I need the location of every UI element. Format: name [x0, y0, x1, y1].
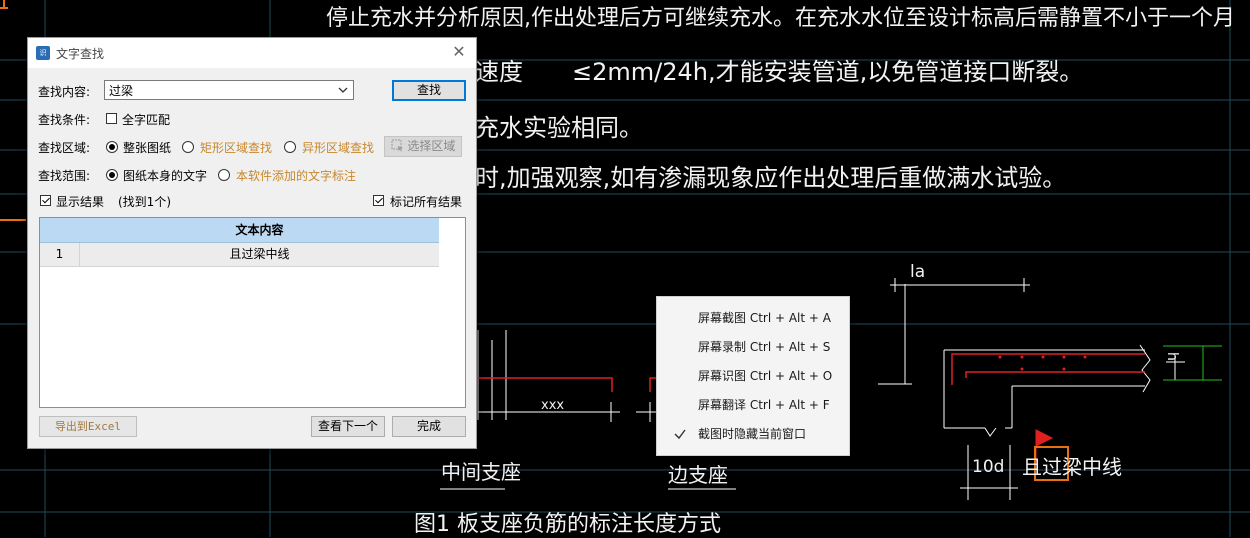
cad-caption: 图1 板支座负筋的标注长度方式	[414, 512, 721, 537]
rebar-dots	[998, 355, 1087, 371]
menu-item-label: 屏幕录制 Ctrl + Alt + S	[698, 340, 831, 354]
middle-support-rebar	[478, 377, 613, 392]
whole-word-checkbox[interactable]	[106, 113, 117, 124]
cad-orange-marks	[0, 0, 26, 221]
area-option-whole-drawing: 整张图纸	[123, 141, 172, 155]
find-next-button[interactable]: 查看下一个	[311, 416, 385, 437]
cad-label-h: h	[1164, 352, 1180, 361]
dialog-title: 文字查找	[56, 47, 105, 61]
cad-label-beam-center: 且过梁中线	[1022, 455, 1122, 479]
row-text: 且过梁中线	[229, 247, 290, 261]
menu-item-label: 屏幕翻译 Ctrl + Alt + F	[698, 398, 830, 412]
mark-all-label: 标记所有结果	[390, 195, 463, 209]
find-button[interactable]: 查找	[392, 80, 466, 101]
area-option-irregular: 异形区域查找	[302, 141, 375, 155]
mark-all-checkbox[interactable]	[373, 195, 384, 206]
menu-item-screen-record[interactable]: 屏幕录制 Ctrl + Alt + S	[657, 333, 849, 361]
text-find-dialog: 识 文字查找 ✕ 查找内容: 查找 查找条件: 全字匹配 查找区域: 整张图纸 …	[27, 37, 477, 449]
menu-item-hide-window[interactable]: 截图时隐藏当前窗口	[657, 420, 849, 448]
export-excel-button[interactable]: 导出到Excel	[39, 416, 137, 437]
header-index-cell	[40, 218, 79, 242]
find-content-input[interactable]	[107, 82, 333, 98]
close-icon[interactable]: ✕	[448, 41, 470, 63]
menu-item-label: 截图时隐藏当前窗口	[698, 427, 807, 441]
select-area-icon	[391, 139, 403, 152]
show-results-label: 显示结果	[56, 195, 105, 209]
header-text-content: 文本内容	[235, 223, 284, 237]
scope-option-drawing-text: 图纸本身的文字	[123, 169, 208, 183]
cad-label-xxx: xxx	[541, 398, 565, 413]
area-option-rect: 矩形区域查找	[200, 141, 273, 155]
found-count: (找到1个)	[118, 195, 171, 209]
menu-item-screenshot[interactable]: 屏幕截图 Ctrl + Alt + A	[657, 304, 849, 332]
area-radio-irregular[interactable]	[284, 141, 296, 153]
table-row[interactable]: 1 且过梁中线	[40, 243, 439, 267]
cad-text-line-2a: 速度	[475, 58, 523, 86]
show-results-checkbox[interactable]	[40, 195, 51, 206]
menu-item-label: 屏幕截图 Ctrl + Alt + A	[698, 311, 831, 325]
cad-text-line-3: 充水实验相同。	[475, 114, 643, 142]
cad-label-la: la	[910, 262, 926, 282]
find-content-label: 查找内容:	[38, 85, 91, 99]
scope-label: 查找范围:	[38, 169, 91, 183]
cad-text-line-1: 停止充水并分析原因,作出处理后方可继续充水。在充水水位至设计标高后需静置不小于一…	[326, 6, 1235, 31]
done-button[interactable]: 完成	[392, 416, 466, 437]
scope-option-annotation-text: 本软件添加的文字标注	[236, 169, 357, 183]
cad-text-line-4: 时,加强观察,如有渗漏现象应作出处理后重做满水试验。	[475, 164, 1067, 192]
area-radio-whole-drawing[interactable]	[106, 141, 118, 153]
beam-detail-rebar	[951, 353, 1145, 385]
area-label: 查找区域:	[38, 141, 91, 155]
cad-text-line-2b: ≤2mm/24h,才能安装管道,以免管道接口断裂。	[572, 58, 1084, 86]
results-table[interactable]: 文本内容 1 且过梁中线	[39, 217, 466, 408]
menu-item-label: 屏幕识图 Ctrl + Alt + O	[698, 369, 833, 383]
cad-label-edge-support: 边支座	[668, 463, 728, 487]
check-icon	[674, 429, 686, 440]
cad-label-10d: 10d	[972, 457, 1005, 477]
condition-label: 查找条件:	[38, 113, 91, 127]
row-index: 1	[40, 243, 80, 266]
select-area-button[interactable]: 选择区域	[384, 136, 462, 157]
menu-item-screen-translate[interactable]: 屏幕翻译 Ctrl + Alt + F	[657, 391, 849, 419]
scope-radio-drawing-text[interactable]	[106, 169, 118, 181]
area-radio-rect[interactable]	[182, 141, 194, 153]
cad-label-middle-support: 中间支座	[441, 460, 521, 484]
app-logo-icon: 识	[36, 46, 50, 60]
chevron-down-icon[interactable]	[336, 83, 350, 97]
results-table-header: 文本内容	[40, 218, 439, 243]
whole-word-label: 全字匹配	[122, 113, 171, 127]
find-content-combobox[interactable]	[104, 80, 354, 100]
screenshot-context-menu: 屏幕截图 Ctrl + Alt + A 屏幕录制 Ctrl + Alt + S …	[656, 296, 850, 456]
menu-item-screen-ocr[interactable]: 屏幕识图 Ctrl + Alt + O	[657, 362, 849, 390]
scope-radio-annotation-text[interactable]	[218, 169, 230, 181]
select-area-label: 选择区域	[407, 139, 456, 153]
dialog-titlebar[interactable]: 识 文字查找 ✕	[28, 38, 476, 68]
